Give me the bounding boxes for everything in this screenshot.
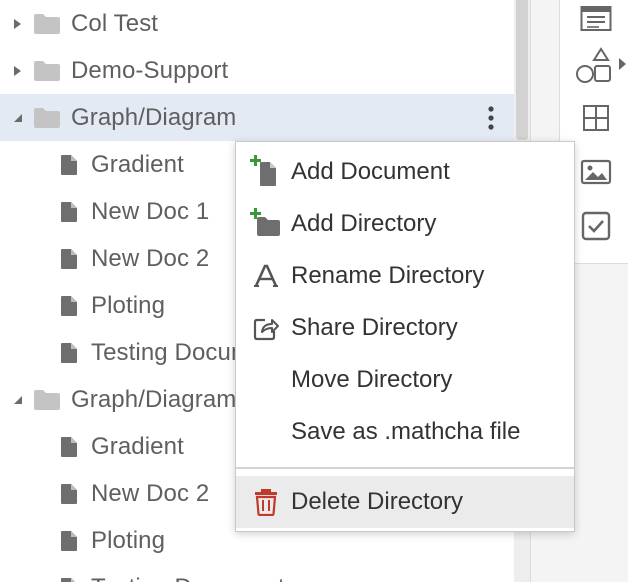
checkbox-icon[interactable] bbox=[578, 208, 614, 244]
tree-document-label: Testing Document bbox=[91, 574, 285, 582]
tree-document-label: Gradient bbox=[91, 150, 184, 178]
caret-right-icon[interactable] bbox=[11, 17, 23, 31]
rename-icon bbox=[249, 259, 283, 293]
expand-shapes-icon[interactable] bbox=[616, 52, 628, 76]
tree-scrollbar-thumb[interactable] bbox=[516, 0, 528, 140]
menu-item-label: Save as .mathcha file bbox=[291, 418, 521, 445]
share-icon bbox=[249, 311, 283, 345]
menu-item-label: Move Directory bbox=[291, 366, 453, 393]
tree-directory-label: Demo-Support bbox=[71, 56, 229, 84]
more-options-icon[interactable] bbox=[480, 103, 502, 133]
add-document-icon bbox=[249, 155, 283, 189]
menu-item-move-directory[interactable]: Move Directory bbox=[236, 354, 574, 406]
caret-down-icon[interactable] bbox=[11, 393, 23, 407]
caret-right-icon[interactable] bbox=[11, 64, 23, 78]
menu-item-label: Add Directory bbox=[291, 210, 437, 237]
shapes-icon[interactable] bbox=[574, 46, 614, 86]
directory-context-menu: Add Document Add Directory Rename Direct… bbox=[235, 141, 575, 532]
document-icon bbox=[60, 436, 78, 458]
add-directory-icon bbox=[249, 207, 283, 241]
text-block-icon[interactable] bbox=[578, 0, 614, 36]
document-icon bbox=[60, 483, 78, 505]
image-icon[interactable] bbox=[578, 154, 614, 190]
table-icon[interactable] bbox=[578, 100, 614, 136]
document-icon bbox=[60, 295, 78, 317]
folder-icon bbox=[33, 107, 61, 129]
tree-document-label: Gradient bbox=[91, 432, 184, 460]
tree-directory-label: Graph/Diagram bbox=[71, 385, 237, 413]
tree-document-label: Ploting bbox=[91, 291, 166, 319]
menu-item-label: Delete Directory bbox=[291, 488, 464, 515]
tree-document-label: Ploting bbox=[91, 526, 166, 554]
tree-document-label: New Doc 1 bbox=[91, 197, 210, 225]
menu-item-add-document[interactable]: Add Document bbox=[236, 146, 574, 198]
tree-directory-label: Graph/Diagram bbox=[71, 103, 237, 131]
menu-item-add-directory[interactable]: Add Directory bbox=[236, 198, 574, 250]
folder-icon bbox=[33, 389, 61, 411]
document-icon bbox=[60, 577, 78, 582]
document-icon bbox=[60, 201, 78, 223]
tree-directory-row[interactable]: Demo-Support bbox=[0, 47, 514, 94]
menu-item-delete-directory[interactable]: Delete Directory bbox=[236, 476, 574, 528]
menu-item-label: Rename Directory bbox=[291, 262, 485, 289]
tree-document-row[interactable]: Testing Document bbox=[0, 564, 514, 582]
document-icon bbox=[60, 154, 78, 176]
menu-item-rename-directory[interactable]: Rename Directory bbox=[236, 250, 574, 302]
tree-document-label: New Doc 2 bbox=[91, 244, 210, 272]
editor-window: Col Test Demo-Support Graph/Diagram Grad… bbox=[0, 0, 628, 582]
menu-item-share-directory[interactable]: Share Directory bbox=[236, 302, 574, 354]
menu-item-label: Share Directory bbox=[291, 314, 458, 341]
document-icon bbox=[60, 248, 78, 270]
caret-down-icon[interactable] bbox=[11, 111, 23, 125]
menu-item-save-as-mathcha[interactable]: Save as .mathcha file bbox=[236, 406, 574, 458]
folder-icon bbox=[33, 60, 61, 82]
menu-item-label: Add Document bbox=[291, 158, 450, 185]
trash-icon bbox=[249, 485, 283, 519]
document-icon bbox=[60, 342, 78, 364]
tree-directory-row-selected[interactable]: Graph/Diagram bbox=[0, 94, 514, 141]
folder-icon bbox=[33, 13, 61, 35]
tree-document-label: New Doc 2 bbox=[91, 479, 210, 507]
document-icon bbox=[60, 530, 78, 552]
tree-directory-label: Col Test bbox=[71, 9, 159, 37]
menu-divider bbox=[236, 467, 574, 469]
tree-directory-row[interactable]: Col Test bbox=[0, 0, 514, 47]
